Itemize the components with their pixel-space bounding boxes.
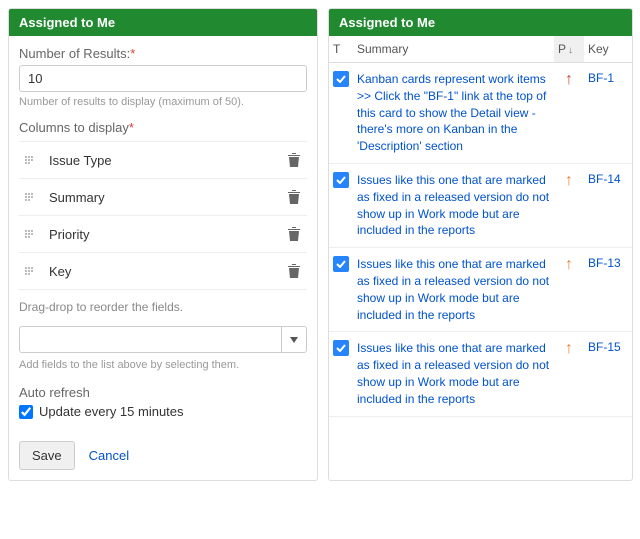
results-table: T Summary P↓ Key Kanban cards represent … <box>329 36 632 417</box>
drag-handle-icon[interactable] <box>25 226 35 242</box>
results-panel-title: Assigned to Me <box>329 9 632 36</box>
issue-key-link[interactable]: BF-1 <box>584 63 632 164</box>
config-panel-title: Assigned to Me <box>9 9 317 36</box>
field-row[interactable]: Issue Type <box>19 142 307 179</box>
table-row: Issues like this one that are marked as … <box>329 332 632 416</box>
table-row: Issues like this one that are marked as … <box>329 248 632 332</box>
field-row[interactable]: Priority <box>19 216 307 253</box>
trash-icon[interactable] <box>287 152 301 168</box>
cancel-link[interactable]: Cancel <box>89 448 129 463</box>
col-header-priority[interactable]: P↓ <box>554 36 584 63</box>
drag-handle-icon[interactable] <box>25 152 35 168</box>
issue-key-link[interactable]: BF-14 <box>584 163 632 247</box>
trash-icon[interactable] <box>287 263 301 279</box>
drag-handle-icon[interactable] <box>25 189 35 205</box>
reorder-hint: Drag-drop to reorder the fields. <box>19 300 307 314</box>
summary-link[interactable]: Issues like this one that are marked as … <box>353 332 554 416</box>
auto-refresh-head: Auto refresh <box>19 385 307 400</box>
summary-link[interactable]: Issues like this one that are marked as … <box>353 248 554 332</box>
priority-arrow-icon: ↑ <box>554 163 584 247</box>
trash-icon[interactable] <box>287 189 301 205</box>
field-label: Priority <box>49 227 287 242</box>
auto-refresh-row[interactable]: Update every 15 minutes <box>19 404 307 419</box>
field-label: Summary <box>49 190 287 205</box>
priority-arrow-icon: ↑ <box>554 332 584 416</box>
issue-key-link[interactable]: BF-15 <box>584 332 632 416</box>
issue-type-icon <box>333 340 349 356</box>
priority-arrow-icon: ↑ <box>554 63 584 164</box>
add-field-caret[interactable] <box>281 326 307 353</box>
config-panel: Assigned to Me Number of Results:* Numbe… <box>8 8 318 481</box>
field-label: Key <box>49 264 287 279</box>
save-button[interactable]: Save <box>19 441 75 470</box>
issue-type-icon <box>333 172 349 188</box>
col-header-type[interactable]: T <box>329 36 353 63</box>
drag-handle-icon[interactable] <box>25 263 35 279</box>
issue-key-link[interactable]: BF-13 <box>584 248 632 332</box>
add-field-select[interactable] <box>19 326 281 353</box>
add-fields-hint: Add fields to the list above by selectin… <box>19 359 307 371</box>
num-results-input[interactable] <box>19 65 307 92</box>
field-label: Issue Type <box>49 153 287 168</box>
field-list: Issue Type Summary Priority Key <box>19 141 307 290</box>
priority-arrow-icon: ↑ <box>554 248 584 332</box>
field-row[interactable]: Summary <box>19 179 307 216</box>
summary-link[interactable]: Issues like this one that are marked as … <box>353 163 554 247</box>
sort-down-icon: ↓ <box>568 45 573 56</box>
issue-type-icon <box>333 256 349 272</box>
col-header-key[interactable]: Key <box>584 36 632 63</box>
col-header-summary[interactable]: Summary <box>353 36 554 63</box>
issue-type-icon <box>333 71 349 87</box>
trash-icon[interactable] <box>287 226 301 242</box>
num-results-hint: Number of results to display (maximum of… <box>19 96 307 108</box>
auto-refresh-label: Update every 15 minutes <box>39 404 184 419</box>
table-row: Kanban cards represent work items >> Cli… <box>329 63 632 164</box>
summary-link[interactable]: Kanban cards represent work items >> Cli… <box>353 63 554 164</box>
columns-label: Columns to display* <box>19 120 307 135</box>
results-panel: Assigned to Me T Summary P↓ Key Kanban c… <box>328 8 633 481</box>
field-row[interactable]: Key <box>19 253 307 290</box>
num-results-label: Number of Results:* <box>19 46 307 61</box>
auto-refresh-checkbox[interactable] <box>19 405 33 419</box>
table-row: Issues like this one that are marked as … <box>329 163 632 247</box>
